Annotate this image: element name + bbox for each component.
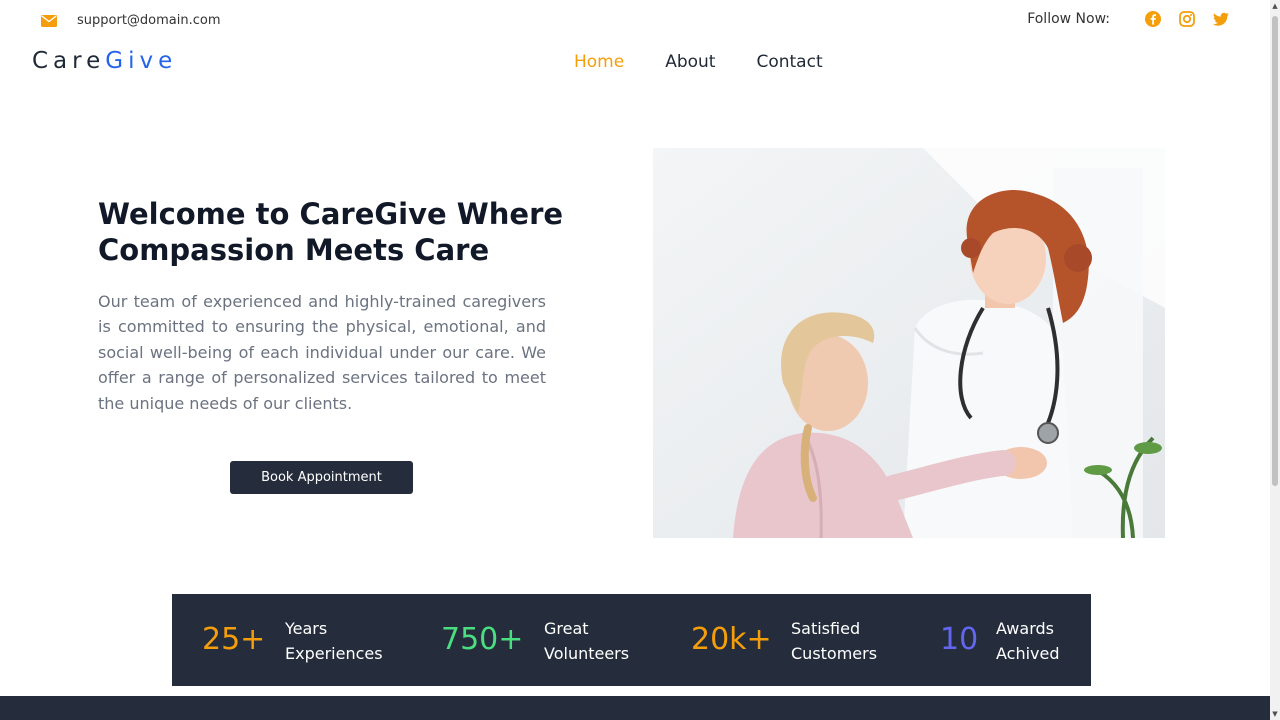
hero-photo-illustration xyxy=(653,148,1165,538)
hero-description: Our team of experienced and highly-train… xyxy=(98,292,546,413)
stat-customers-value: 20k+ xyxy=(691,622,772,657)
stat-years-label-line-1: Years xyxy=(285,619,328,638)
scroll-up-arrow-icon[interactable]: ▲ xyxy=(1270,0,1280,12)
page-scrollbar[interactable]: ▲ ▼ xyxy=(1270,0,1280,720)
stat-awards-label: Awards Achived xyxy=(996,616,1060,666)
stat-volunteers-value: 750+ xyxy=(441,622,524,657)
footer-strip xyxy=(0,696,1270,720)
hero-title: Welcome to CareGive Where Compassion Mee… xyxy=(98,196,568,268)
stat-years-label: Years Experiences xyxy=(285,616,383,666)
stat-volunteers-label-line-1: Great xyxy=(544,619,589,638)
hero-title-line-1: Welcome to CareGive Where xyxy=(98,197,564,231)
twitter-icon[interactable] xyxy=(1212,10,1230,28)
envelope-icon xyxy=(41,14,57,27)
stat-years-label-line-2: Experiences xyxy=(285,644,383,663)
stat-awards-label-line-2: Achived xyxy=(996,644,1060,663)
scroll-down-arrow-icon[interactable]: ▼ xyxy=(1270,708,1280,720)
facebook-icon[interactable] xyxy=(1144,10,1162,28)
follow-now: Follow Now: xyxy=(1027,10,1230,28)
stat-customers-label: Satisfied Customers xyxy=(791,616,877,666)
book-appointment-button[interactable]: Book Appointment xyxy=(230,461,413,494)
stat-years-value: 25+ xyxy=(202,622,266,657)
main-nav: Home About Contact xyxy=(574,52,864,72)
stat-volunteers-label: Great Volunteers xyxy=(544,616,629,666)
logo-part-care: Care xyxy=(32,48,106,74)
stat-customers-label-line-1: Satisfied xyxy=(791,619,861,638)
hero-title-line-2: Compassion Meets Care xyxy=(98,233,490,267)
top-bar: support@domain.com Follow Now: xyxy=(0,0,1270,42)
nav-contact[interactable]: Contact xyxy=(756,52,822,72)
stat-awards-label-line-1: Awards xyxy=(996,619,1054,638)
scroll-thumb[interactable] xyxy=(1272,16,1278,486)
email-text: support@domain.com xyxy=(77,13,221,28)
follow-label: Follow Now: xyxy=(1027,11,1110,27)
stat-awards-value: 10 xyxy=(940,622,979,657)
stat-customers-label-line-2: Customers xyxy=(791,644,878,663)
support-email[interactable]: support@domain.com xyxy=(41,13,221,28)
site-logo[interactable]: CareGive xyxy=(32,48,177,74)
hero-image-caregiver-with-elderly-woman xyxy=(653,148,1165,538)
nav-about[interactable]: About xyxy=(665,52,715,72)
instagram-icon[interactable] xyxy=(1178,10,1196,28)
stat-volunteers-label-line-2: Volunteers xyxy=(544,644,630,663)
nav-home[interactable]: Home xyxy=(574,52,624,72)
logo-part-give: Give xyxy=(105,48,178,74)
